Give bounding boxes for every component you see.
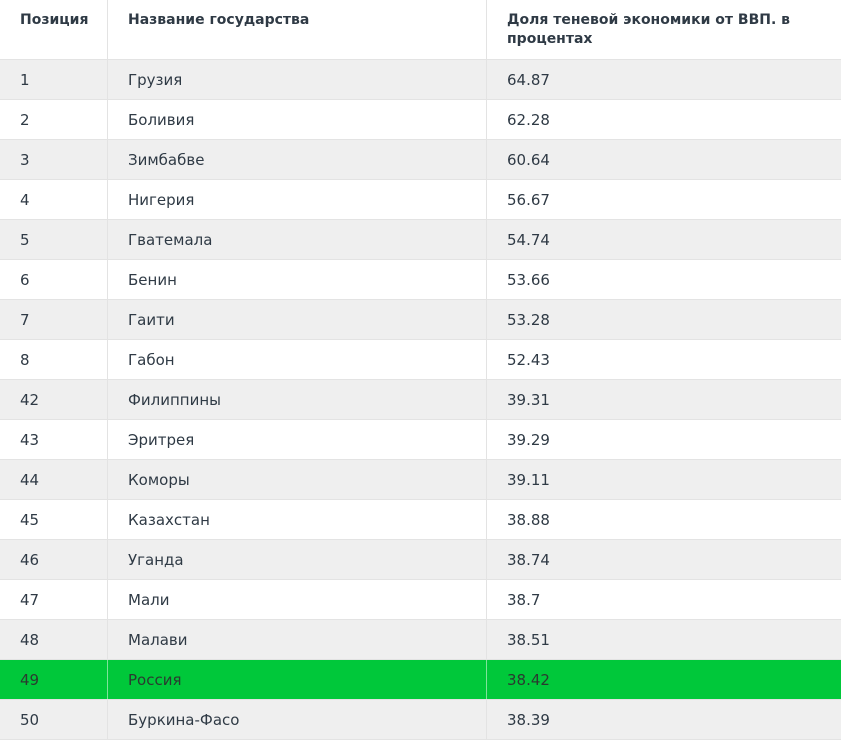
cell-country: Буркина-Фасо bbox=[108, 700, 487, 739]
cell-country: Габон bbox=[108, 340, 487, 379]
table-row: 1 Грузия 64.87 bbox=[0, 60, 841, 100]
table-row: 44 Коморы 39.11 bbox=[0, 460, 841, 500]
cell-country: Россия bbox=[108, 660, 487, 699]
table-row: 42 Филиппины 39.31 bbox=[0, 380, 841, 420]
table-row: 50 Буркина-Фасо 38.39 bbox=[0, 700, 841, 740]
table-row: 5 Гватемала 54.74 bbox=[0, 220, 841, 260]
cell-position: 44 bbox=[0, 460, 108, 499]
cell-position: 8 bbox=[0, 340, 108, 379]
table-row: 45 Казахстан 38.88 bbox=[0, 500, 841, 540]
cell-share: 64.87 bbox=[507, 70, 550, 89]
table-row: 8 Габон 52.43 bbox=[0, 340, 841, 380]
table-row: 6 Бенин 53.66 bbox=[0, 260, 841, 300]
cell-country: Коморы bbox=[108, 460, 487, 499]
cell-country: Уганда bbox=[108, 540, 487, 579]
cell-position: 45 bbox=[0, 500, 108, 539]
table-row: 2 Боливия 62.28 bbox=[0, 100, 841, 140]
cell-country: Гаити bbox=[108, 300, 487, 339]
cell-position: 50 bbox=[0, 700, 108, 739]
cell-share: 54.74 bbox=[507, 230, 550, 249]
header-country: Название государства bbox=[108, 0, 487, 59]
header-position: Позиция bbox=[0, 0, 108, 59]
header-share: Доля теневой экономики от ВВП. в процент… bbox=[507, 12, 791, 47]
cell-share: 62.28 bbox=[507, 110, 550, 129]
cell-share: 38.7 bbox=[507, 590, 541, 609]
cell-country: Боливия bbox=[108, 100, 487, 139]
cell-position: 3 bbox=[0, 140, 108, 179]
cell-country: Грузия bbox=[108, 60, 487, 99]
cell-country: Филиппины bbox=[108, 380, 487, 419]
cell-position: 49 bbox=[0, 660, 108, 699]
cell-country: Эритрея bbox=[108, 420, 487, 459]
table-row: 47 Мали 38.7 bbox=[0, 580, 841, 620]
cell-country: Нигерия bbox=[108, 180, 487, 219]
cell-position: 43 bbox=[0, 420, 108, 459]
cell-position: 48 bbox=[0, 620, 108, 659]
cell-position: 7 bbox=[0, 300, 108, 339]
shadow-economy-table: Позиция Название государства Доля тенево… bbox=[0, 0, 841, 740]
cell-country: Гватемала bbox=[108, 220, 487, 259]
cell-share: 38.74 bbox=[507, 550, 550, 569]
cell-country: Мали bbox=[108, 580, 487, 619]
cell-position: 46 bbox=[0, 540, 108, 579]
cell-country: Бенин bbox=[108, 260, 487, 299]
cell-position: 1 bbox=[0, 60, 108, 99]
cell-share: 38.88 bbox=[507, 510, 550, 529]
cell-share: 38.51 bbox=[507, 630, 550, 649]
cell-position: 4 bbox=[0, 180, 108, 219]
table-row: 3 Зимбабве 60.64 bbox=[0, 140, 841, 180]
cell-position: 42 bbox=[0, 380, 108, 419]
cell-country: Зимбабве bbox=[108, 140, 487, 179]
table-row-highlighted: 49 Россия 38.42 bbox=[0, 660, 841, 700]
cell-position: 2 bbox=[0, 100, 108, 139]
cell-position: 6 bbox=[0, 260, 108, 299]
table-row: 48 Малави 38.51 bbox=[0, 620, 841, 660]
cell-position: 47 bbox=[0, 580, 108, 619]
cell-position: 5 bbox=[0, 220, 108, 259]
table-row: 43 Эритрея 39.29 bbox=[0, 420, 841, 460]
cell-share: 53.66 bbox=[507, 270, 550, 289]
cell-share: 39.29 bbox=[507, 430, 550, 449]
cell-share: 56.67 bbox=[507, 190, 550, 209]
cell-share: 38.39 bbox=[507, 710, 550, 729]
cell-share: 39.11 bbox=[507, 470, 550, 489]
cell-share: 53.28 bbox=[507, 310, 550, 329]
table-row: 7 Гаити 53.28 bbox=[0, 300, 841, 340]
cell-share: 38.42 bbox=[507, 670, 550, 689]
cell-country: Казахстан bbox=[108, 500, 487, 539]
table-row: 46 Уганда 38.74 bbox=[0, 540, 841, 580]
cell-share: 60.64 bbox=[507, 150, 550, 169]
table-row: 4 Нигерия 56.67 bbox=[0, 180, 841, 220]
cell-share: 39.31 bbox=[507, 390, 550, 409]
cell-country: Малави bbox=[108, 620, 487, 659]
table-header: Позиция Название государства Доля тенево… bbox=[0, 0, 841, 60]
cell-share: 52.43 bbox=[507, 350, 550, 369]
